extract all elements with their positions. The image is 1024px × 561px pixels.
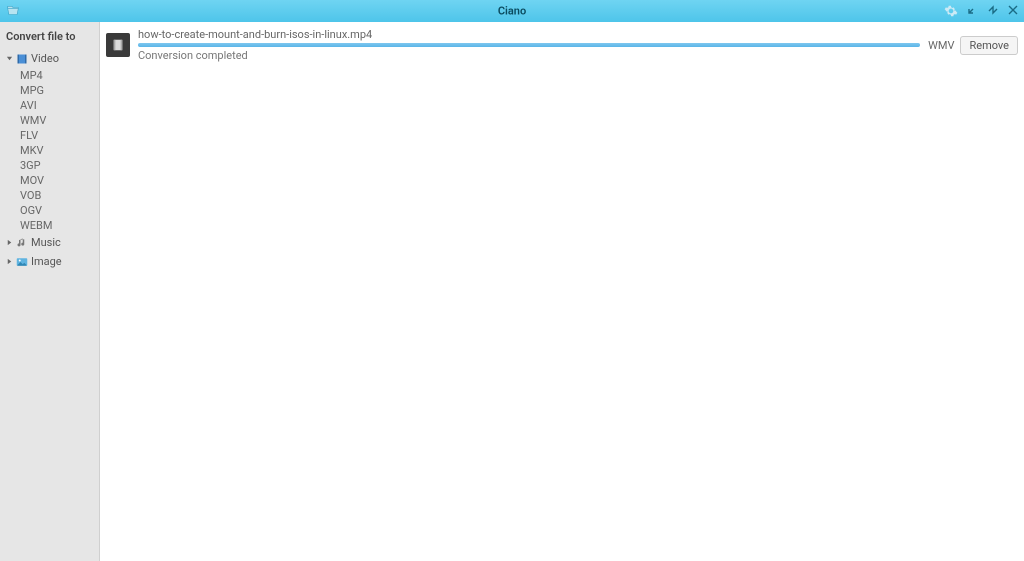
sidebar-item-image[interactable]: Image (0, 252, 99, 271)
progress-bar (138, 43, 920, 47)
app-title: Ciano (498, 5, 526, 18)
caret-right-icon (6, 258, 13, 265)
caret-down-icon (6, 55, 13, 62)
open-files-icon[interactable] (6, 4, 20, 18)
close-icon[interactable] (1008, 5, 1018, 18)
image-icon (16, 256, 28, 268)
settings-icon[interactable] (944, 4, 958, 18)
file-name: how-to-create-mount-and-burn-isos-in-lin… (138, 28, 920, 41)
titlebar: Ciano (0, 0, 1024, 22)
format-item-mpg[interactable]: MPG (0, 83, 99, 98)
film-icon (16, 53, 28, 65)
format-item-mp4[interactable]: MP4 (0, 68, 99, 83)
format-item-vob[interactable]: VOB (0, 188, 99, 203)
caret-right-icon (6, 239, 13, 246)
format-item-mov[interactable]: MOV (0, 173, 99, 188)
sidebar-item-video[interactable]: Video (0, 49, 99, 68)
sidebar: Convert file to Video MP4 MPG AVI WMV FL… (0, 22, 100, 561)
remove-button[interactable]: Remove (960, 36, 1018, 55)
sidebar-item-label: Music (31, 235, 61, 250)
minimize-icon[interactable] (968, 5, 978, 18)
sidebar-heading: Convert file to (0, 26, 99, 49)
file-status: Conversion completed (138, 49, 920, 62)
format-item-webm[interactable]: WEBM (0, 218, 99, 233)
format-item-mkv[interactable]: MKV (0, 143, 99, 158)
format-item-3gp[interactable]: 3GP (0, 158, 99, 173)
maximize-icon[interactable] (988, 5, 998, 18)
format-item-avi[interactable]: AVI (0, 98, 99, 113)
video-file-icon (106, 33, 130, 57)
sidebar-item-label: Image (31, 254, 62, 269)
music-icon (16, 237, 28, 249)
format-item-ogv[interactable]: OGV (0, 203, 99, 218)
format-item-wmv[interactable]: WMV (0, 113, 99, 128)
conversion-item: how-to-create-mount-and-burn-isos-in-lin… (106, 28, 1018, 62)
main-area: how-to-create-mount-and-burn-isos-in-lin… (100, 22, 1024, 561)
sidebar-item-music[interactable]: Music (0, 233, 99, 252)
sidebar-item-label: Video (31, 51, 59, 66)
target-format-label: WMV (928, 39, 954, 52)
format-item-flv[interactable]: FLV (0, 128, 99, 143)
app-body: Convert file to Video MP4 MPG AVI WMV FL… (0, 22, 1024, 561)
